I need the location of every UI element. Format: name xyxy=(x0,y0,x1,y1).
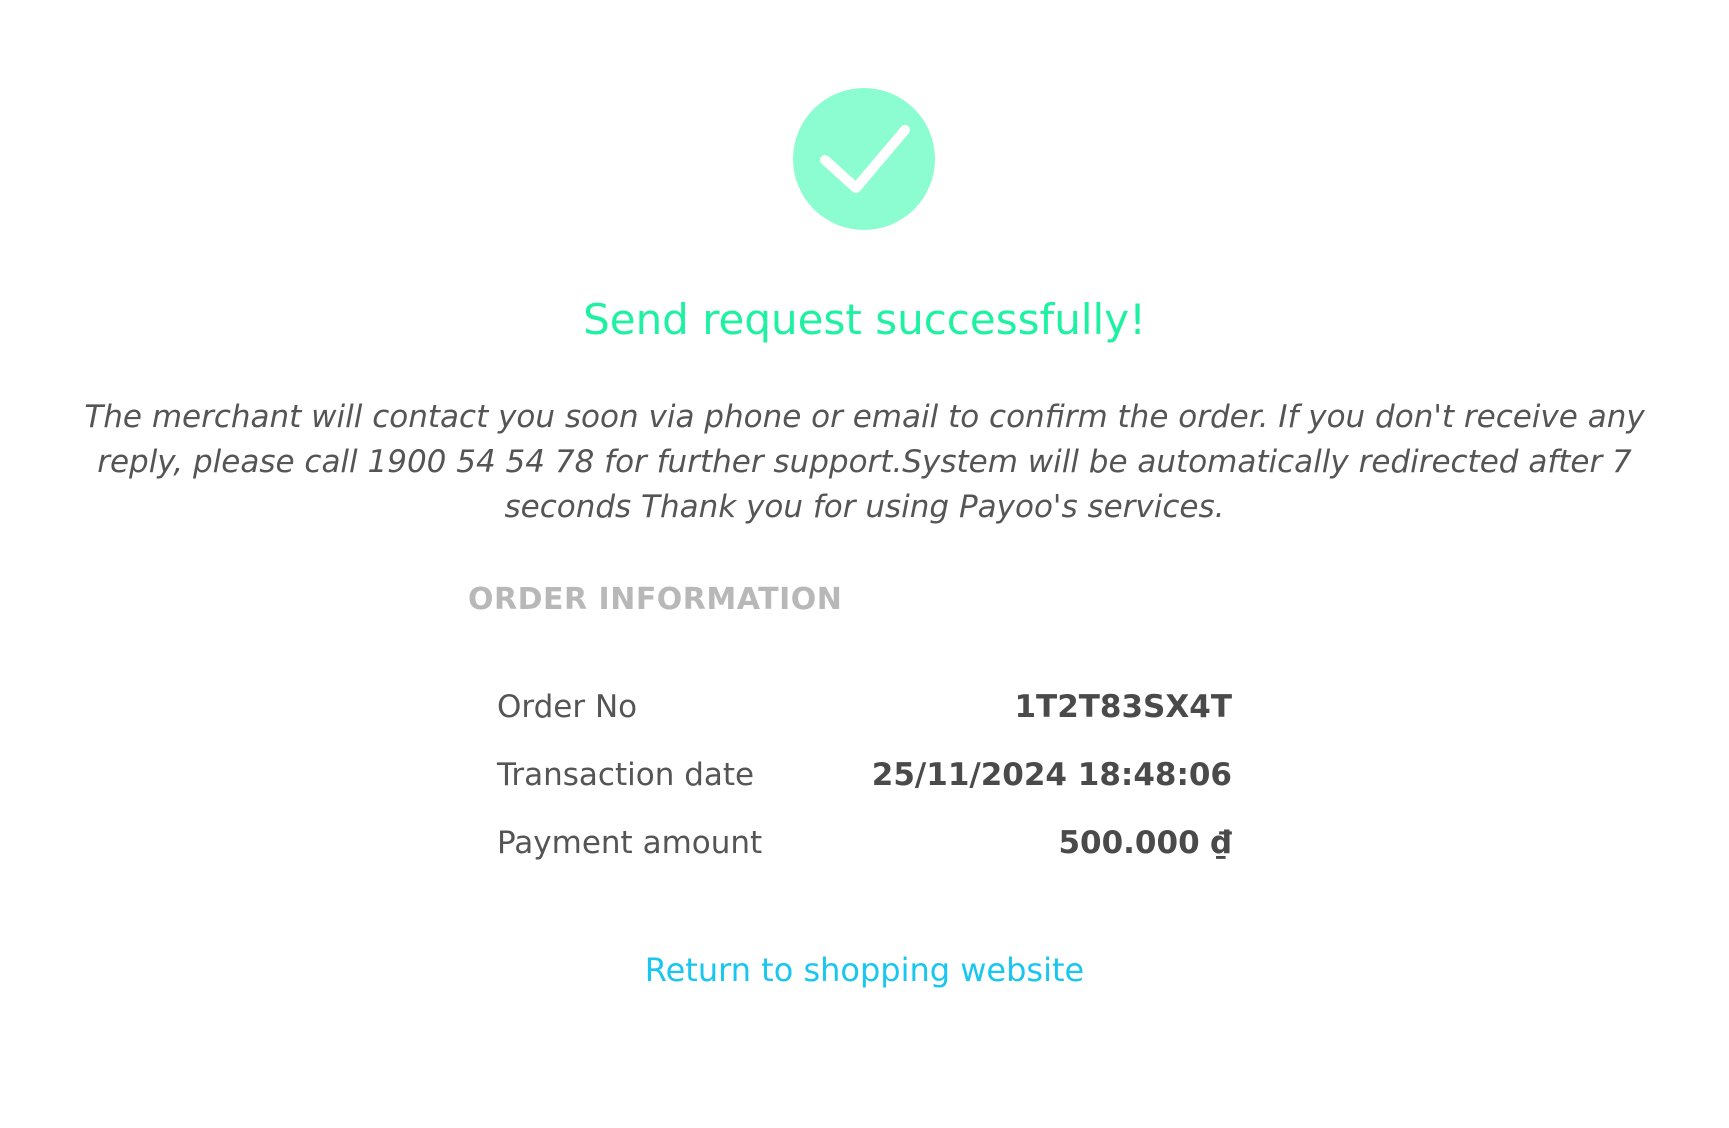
transaction-date-value: 25/11/2024 18:48:06 xyxy=(871,757,1232,793)
order-row-order-no: Order No 1T2T83SX4T xyxy=(497,673,1232,741)
order-no-value: 1T2T83SX4T xyxy=(1014,689,1232,725)
checkmark-icon xyxy=(820,125,910,193)
success-title: Send request successfully! xyxy=(583,295,1146,344)
success-badge xyxy=(793,88,935,230)
return-to-shopping-link[interactable]: Return to shopping website xyxy=(0,945,1729,995)
order-row-payment-amount: Payment amount 500.000 ₫ xyxy=(497,809,1232,877)
order-information-heading: ORDER INFORMATION xyxy=(468,582,843,617)
success-message: The merchant will contact you soon via p… xyxy=(84,399,1645,525)
order-no-label: Order No xyxy=(497,689,638,725)
payment-amount-label: Payment amount xyxy=(497,825,763,861)
payment-result-page: Send request successfully! The merchant … xyxy=(0,0,1729,1128)
transaction-date-label: Transaction date xyxy=(497,757,755,793)
order-row-transaction-date: Transaction date 25/11/2024 18:48:06 xyxy=(497,741,1232,809)
order-information-table: Order No 1T2T83SX4T Transaction date 25/… xyxy=(497,673,1232,877)
payment-amount-value: 500.000 ₫ xyxy=(1058,825,1232,861)
